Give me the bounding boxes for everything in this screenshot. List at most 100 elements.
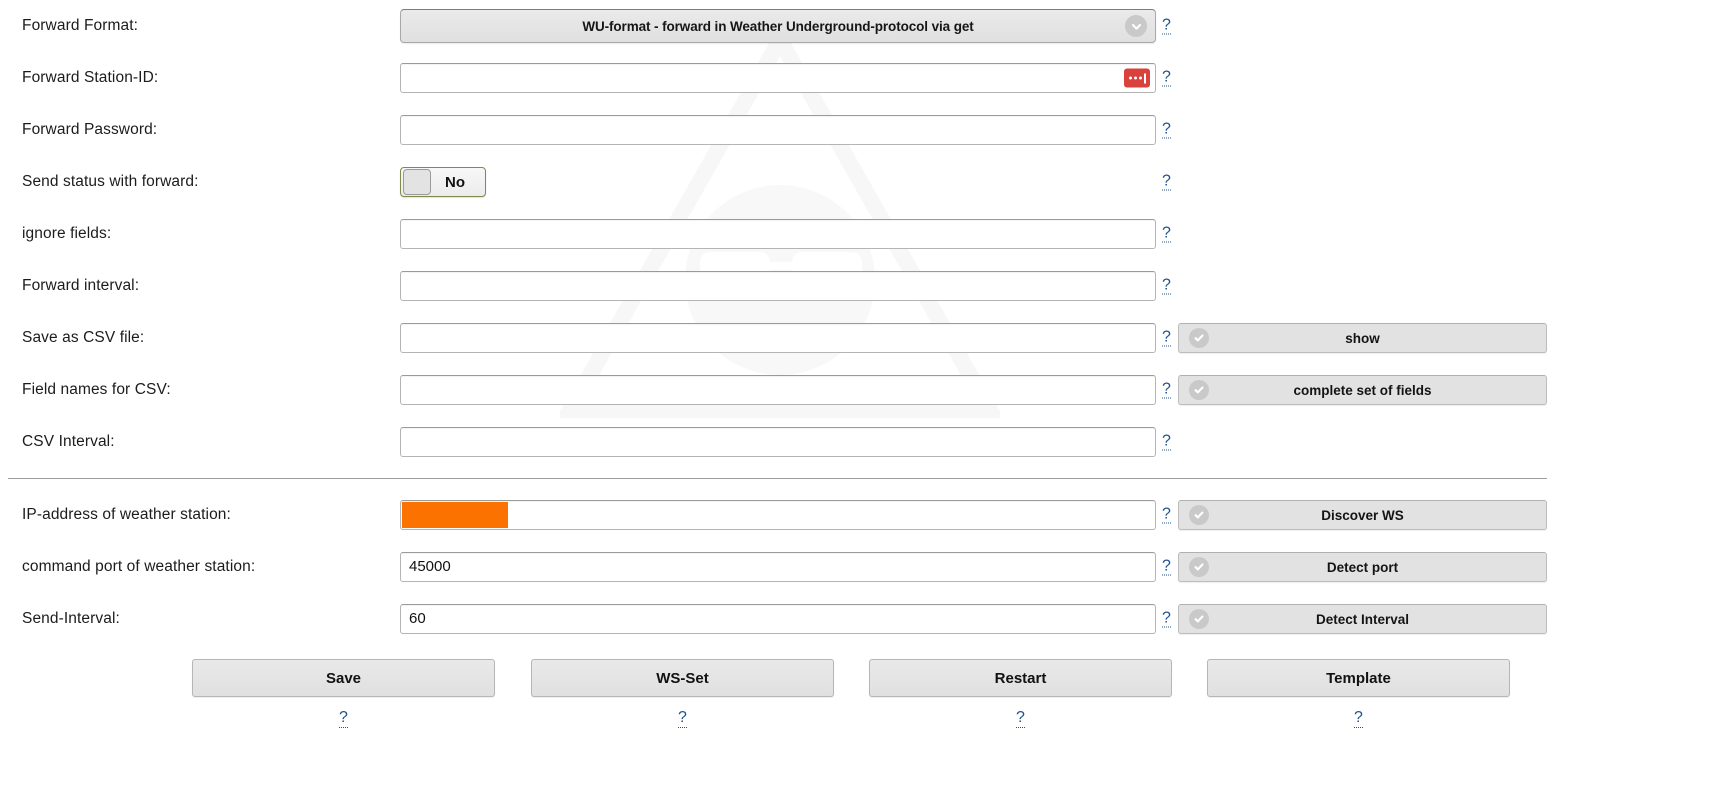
row-ip-address: IP-address of weather station: ? Discove…	[0, 489, 1722, 541]
row-send-status-with-forward: Send status with forward: No ?	[0, 156, 1722, 208]
toggle-knob	[403, 169, 431, 195]
help-restart-link[interactable]: ?	[1016, 709, 1025, 728]
forward-interval-input[interactable]	[400, 271, 1156, 301]
help-forward-interval[interactable]: ?	[1162, 277, 1171, 295]
detect-port-label: Detect port	[1326, 559, 1399, 575]
help-command-port[interactable]: ?	[1162, 558, 1171, 576]
row-ignore-fields: ignore fields: ?	[0, 208, 1722, 260]
field-names-csv-input[interactable]	[400, 375, 1156, 405]
label-send-interval: Send-Interval:	[22, 610, 120, 627]
check-circle-icon	[1189, 609, 1209, 629]
ws-set-button[interactable]: WS-Set	[531, 659, 834, 697]
help-restart: ?	[869, 709, 1172, 728]
label-forward-format: Forward Format:	[22, 17, 139, 34]
row-forward-interval: Forward interval: ?	[0, 260, 1722, 312]
ip-address-input[interactable]	[400, 500, 1156, 530]
complete-set-of-fields-button[interactable]: complete set of fields	[1178, 375, 1547, 405]
bottom-help-row: ? ? ? ?	[0, 705, 1722, 735]
forward-station-id-input[interactable]	[400, 63, 1156, 93]
help-template-link[interactable]: ?	[1354, 709, 1363, 728]
forward-password-input[interactable]	[400, 115, 1156, 145]
csv-interval-field-wrap	[400, 427, 1156, 457]
complete-set-of-fields-label: complete set of fields	[1293, 382, 1432, 398]
check-circle-icon	[1189, 380, 1209, 400]
send-interval-value: 60	[409, 610, 426, 627]
ip-address-field-wrap	[400, 500, 1156, 530]
field-names-csv-field-wrap	[400, 375, 1156, 405]
help-forward-format[interactable]: ?	[1162, 17, 1171, 35]
send-status-toggle-value: No	[445, 173, 465, 191]
check-circle-icon	[1189, 328, 1209, 348]
show-button[interactable]: show	[1178, 323, 1547, 353]
help-ws-set-link[interactable]: ?	[678, 709, 687, 728]
forward-password-field-wrap	[400, 115, 1156, 145]
help-forward-password[interactable]: ?	[1162, 121, 1171, 139]
label-send-status-with-forward: Send status with forward:	[22, 173, 199, 190]
forward-format-select[interactable]: WU-format - forward in Weather Undergrou…	[400, 9, 1156, 43]
section-divider	[8, 478, 1547, 479]
label-command-port: command port of weather station:	[22, 558, 256, 575]
check-circle-icon	[1189, 557, 1209, 577]
ignore-fields-input[interactable]	[400, 219, 1156, 249]
weather-station-section: IP-address of weather station: ? Discove…	[0, 489, 1722, 645]
detect-interval-label: Detect Interval	[1315, 611, 1410, 627]
row-forward-station-id: Forward Station-ID: ?	[0, 52, 1722, 104]
forward-interval-field-wrap	[400, 271, 1156, 301]
help-send-status-with-forward[interactable]: ?	[1162, 173, 1171, 191]
help-save-link[interactable]: ?	[339, 709, 348, 728]
row-csv-interval: CSV Interval: ?	[0, 416, 1722, 468]
help-csv-interval[interactable]: ?	[1162, 433, 1171, 451]
forward-format-value: WU-format - forward in Weather Undergrou…	[582, 18, 974, 34]
help-ip-address[interactable]: ?	[1162, 506, 1171, 524]
ignore-fields-field-wrap	[400, 219, 1156, 249]
help-ws-set: ?	[531, 709, 834, 728]
label-save-as-csv-file: Save as CSV file:	[22, 329, 145, 346]
help-template: ?	[1207, 709, 1510, 728]
bottom-button-bar: Save WS-Set Restart Template	[0, 659, 1722, 705]
row-forward-format: Forward Format: WU-format - forward in W…	[0, 0, 1722, 52]
label-csv-interval: CSV Interval:	[22, 433, 115, 450]
chevron-down-icon[interactable]	[1125, 15, 1147, 37]
settings-form: Forward Format: WU-format - forward in W…	[0, 0, 1722, 735]
forwarding-section: Forward Format: WU-format - forward in W…	[0, 0, 1722, 468]
help-send-interval[interactable]: ?	[1162, 610, 1171, 628]
help-save: ?	[192, 709, 495, 728]
label-forward-station-id: Forward Station-ID:	[22, 69, 159, 86]
label-field-names-for-csv: Field names for CSV:	[22, 381, 171, 398]
label-ignore-fields: ignore fields:	[22, 225, 112, 242]
show-button-label: show	[1345, 330, 1380, 346]
discover-ws-button[interactable]: Discover WS	[1178, 500, 1547, 530]
check-circle-icon	[1189, 505, 1209, 525]
label-forward-interval: Forward interval:	[22, 277, 140, 294]
label-forward-password: Forward Password:	[22, 121, 158, 138]
row-command-port: command port of weather station: 45000 ?…	[0, 541, 1722, 593]
restart-button[interactable]: Restart	[869, 659, 1172, 697]
help-ignore-fields[interactable]: ?	[1162, 225, 1171, 243]
command-port-value: 45000	[409, 558, 451, 575]
row-forward-password: Forward Password: ?	[0, 104, 1722, 156]
send-status-toggle[interactable]: No	[400, 167, 486, 197]
redaction-block	[402, 502, 508, 528]
save-button[interactable]: Save	[192, 659, 495, 697]
send-status-field-wrap: No	[400, 167, 1156, 197]
send-interval-input[interactable]: 60	[400, 604, 1156, 634]
forward-format-field-wrap: WU-format - forward in Weather Undergrou…	[400, 9, 1156, 43]
discover-ws-label: Discover WS	[1321, 507, 1404, 523]
save-as-csv-input[interactable]	[400, 323, 1156, 353]
detect-port-button[interactable]: Detect port	[1178, 552, 1547, 582]
row-send-interval: Send-Interval: 60 ? Detect Interval	[0, 593, 1722, 645]
command-port-input[interactable]: 45000	[400, 552, 1156, 582]
row-field-names-for-csv: Field names for CSV: ? complete set of f…	[0, 364, 1722, 416]
command-port-field-wrap: 45000	[400, 552, 1156, 582]
send-interval-field-wrap: 60	[400, 604, 1156, 634]
forward-station-id-field-wrap	[400, 63, 1156, 93]
password-manager-icon[interactable]	[1124, 68, 1150, 88]
csv-interval-input[interactable]	[400, 427, 1156, 457]
help-forward-station-id[interactable]: ?	[1162, 69, 1171, 87]
help-field-names-for-csv[interactable]: ?	[1162, 381, 1171, 399]
template-button[interactable]: Template	[1207, 659, 1510, 697]
save-as-csv-field-wrap	[400, 323, 1156, 353]
help-save-as-csv-file[interactable]: ?	[1162, 329, 1171, 347]
detect-interval-button[interactable]: Detect Interval	[1178, 604, 1547, 634]
label-ip-address: IP-address of weather station:	[22, 506, 231, 523]
